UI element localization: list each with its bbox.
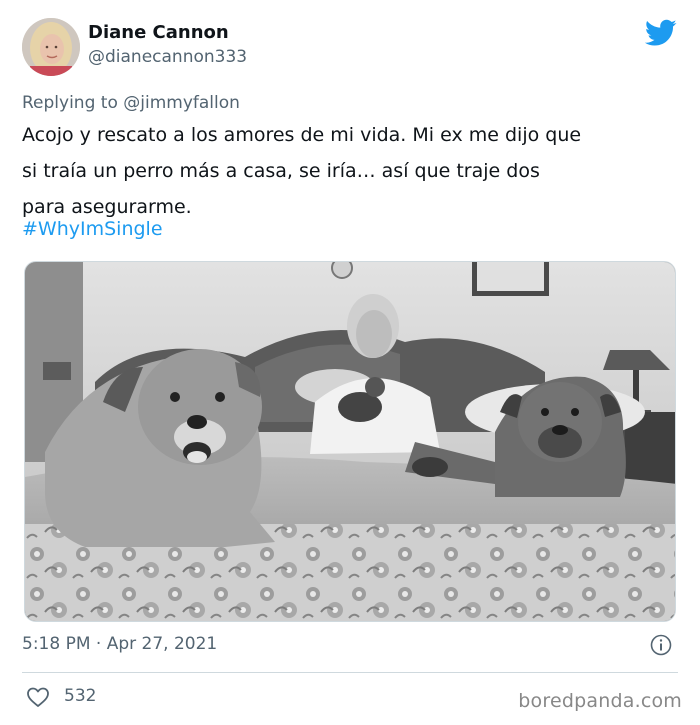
replying-to: Replying to @jimmyfallon [22,93,240,113]
avatar-image [22,18,80,76]
tweet-timestamp[interactable]: 5:18 PM · Apr 27, 2021 [22,634,217,654]
tweet-photo[interactable] [24,261,676,622]
like-count[interactable]: 532 [64,686,96,706]
replying-prefix: Replying to [22,93,118,113]
author-handle[interactable]: @dianecannon333 [88,47,247,67]
tweet-text-line: Acojo y rescato a los amores de mi vida.… [22,124,582,146]
reply-mention-link[interactable]: @jimmyfallon [123,93,240,113]
tweet-card: Diane Cannon @dianecannon333 Replying to… [0,0,700,725]
heart-icon[interactable] [26,686,50,708]
author-name[interactable]: Diane Cannon [88,22,229,43]
twitter-bird-icon[interactable] [645,19,677,47]
divider [22,672,678,673]
tweet-text: Acojo y rescato a los amores de mi vida.… [22,117,662,225]
avatar[interactable] [22,18,80,76]
tweet-text-line: si traía un perro más a casa, se iría… a… [22,160,540,182]
watermark: boredpanda.com [518,690,682,712]
info-icon[interactable] [650,634,672,656]
hashtag-link[interactable]: #WhyImSingle [22,218,163,240]
photo-illustration [25,262,675,621]
